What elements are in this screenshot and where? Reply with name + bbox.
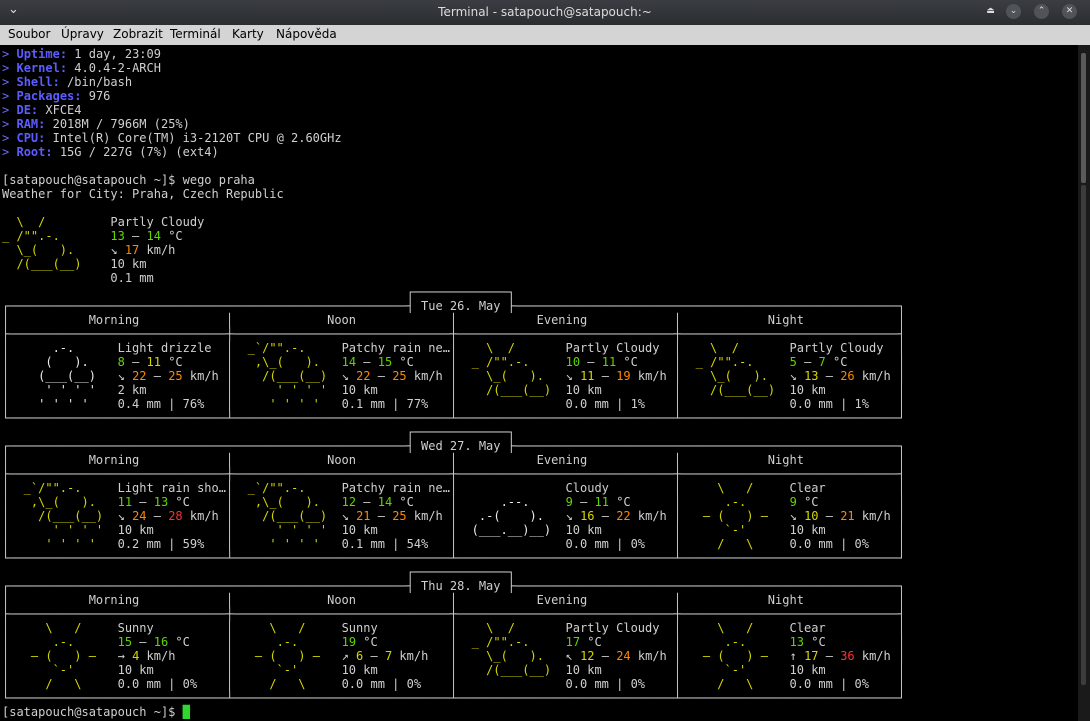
scrollbar-track <box>1081 185 1086 685</box>
menu-view[interactable]: Zobrazit <box>113 27 163 41</box>
shade-icon[interactable]: ⏏ <box>983 4 998 19</box>
maximize-button[interactable]: ⌃ <box>1034 4 1049 19</box>
close-button[interactable]: ✕ <box>1062 4 1077 19</box>
window-title: Terminal - satapouch@satapouch:~ <box>438 5 652 19</box>
scrollbar-thumb[interactable] <box>1081 53 1086 183</box>
menu-edit[interactable]: Úpravy <box>61 27 104 41</box>
minimize-button[interactable]: ⌄ <box>1006 4 1021 19</box>
window-titlebar: ⌄ Terminal - satapouch@satapouch:~ ⏏ ⌄ ⌃… <box>0 0 1090 25</box>
menu-file[interactable]: Soubor <box>8 27 50 41</box>
terminal-output[interactable]: > Uptime: 1 day, 23:09 > Kernel: 4.0.4-2… <box>0 45 1078 721</box>
menu-tabs[interactable]: Karty <box>232 27 264 41</box>
menu-terminal[interactable]: Terminál <box>170 27 221 41</box>
terminal-text: > Uptime: 1 day, 23:09 > Kernel: 4.0.4-2… <box>2 47 906 719</box>
menu-bar: Soubor Úpravy Zobrazit Terminál Karty Ná… <box>0 25 1090 45</box>
menu-help[interactable]: Nápověda <box>276 27 337 41</box>
scrollbar[interactable] <box>1078 45 1090 721</box>
cursor: █ <box>182 705 190 719</box>
